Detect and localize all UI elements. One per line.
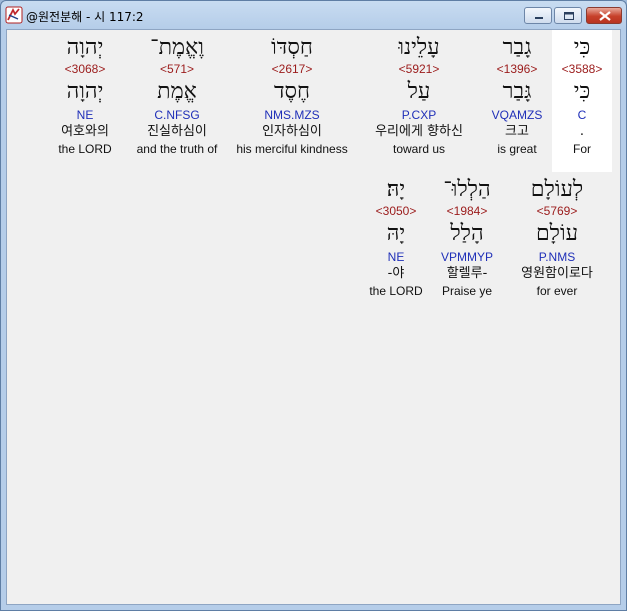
english-gloss: is great [497, 142, 537, 156]
morphology-code[interactable]: NE [362, 249, 430, 265]
word-block[interactable]: לְעוֹלָם <5769> עוֹלָם P.NMS 영원함이로다 for … [502, 172, 612, 299]
korean-gloss: 우리에게 향하신 [375, 124, 463, 139]
strong-number[interactable]: <3068> [49, 62, 121, 76]
maximize-button[interactable] [554, 7, 582, 24]
english-gloss: Praise ye [441, 284, 493, 298]
maximize-icon [564, 12, 574, 20]
morphology-code[interactable]: C [552, 107, 612, 123]
word-block[interactable]: יְהוָה <3068> יְהוָה NE 여호와의 the LORD [49, 30, 121, 157]
strong-number[interactable]: <1984> [427, 204, 507, 218]
korean-gloss: 여호와의 [61, 124, 109, 139]
lemma-word: יְהוָה [66, 79, 104, 104]
morphology-code[interactable]: NE [49, 107, 121, 123]
strong-number[interactable]: <5769> [502, 204, 612, 218]
word-block[interactable]: גָבַר <1396> גָּבַר VQAMZS 크고 is great [477, 30, 557, 157]
strong-number[interactable]: <1396> [477, 62, 557, 76]
strong-number[interactable]: <5921> [359, 62, 479, 76]
lemma-word: חֶסֶד [273, 79, 311, 104]
hebrew-word: וֶאֱמֶת־ [150, 35, 204, 60]
minimize-icon [535, 17, 543, 19]
english-gloss: the LORD [369, 284, 423, 298]
english-gloss: for ever [536, 284, 578, 298]
hebrew-word: לְעוֹלָם [530, 177, 584, 202]
lemma-word: כִּי [573, 79, 591, 104]
lemma-word: עַל [407, 79, 431, 104]
morphology-code[interactable]: NMS.MZS [227, 107, 357, 123]
english-gloss: his merciful kindness [236, 142, 348, 156]
word-block[interactable]: כִּי <3588> כִּי C . For [552, 30, 612, 172]
word-block[interactable]: יָהּ׃ <3050> יָהּ NE -야 the LORD [362, 172, 430, 299]
title-bar[interactable]: @원전분해 - 시 117:2 [1, 1, 626, 29]
morphology-code[interactable]: VQAMZS [477, 107, 557, 123]
lemma-word: גָּבַר [502, 79, 532, 104]
minimize-button[interactable] [524, 7, 552, 24]
hebrew-word: עָלֵינוּ [398, 35, 440, 60]
hebrew-word: גָבַר [502, 35, 532, 60]
close-icon [599, 11, 611, 21]
hebrew-word: הַלְלוּ־ [443, 177, 491, 202]
korean-gloss: 진실하심이 [147, 124, 207, 139]
window-title: @원전분해 - 시 117:2 [26, 10, 144, 24]
korean-gloss: -야 [387, 266, 405, 281]
app-window: @원전분해 - 시 117:2 כִּי <3588> כִּי C . For… [0, 0, 627, 611]
lemma-word: יָהּ [386, 221, 406, 246]
app-logo-icon [5, 6, 23, 24]
lemma-word: עוֹלָם [535, 221, 579, 246]
korean-gloss: 할렐루- [446, 266, 488, 281]
strong-number[interactable]: <2617> [227, 62, 357, 76]
korean-gloss: 인자하심이 [262, 124, 322, 139]
lemma-word: אֱמֶת [157, 79, 197, 104]
hebrew-word: חַסְדּוֹ [271, 35, 313, 60]
english-gloss: For [573, 142, 591, 156]
english-gloss: toward us [392, 142, 446, 156]
morphology-code[interactable]: P.NMS [502, 249, 612, 265]
analysis-panel[interactable]: כִּי <3588> כִּי C . For גָבַר <1396> גָ… [6, 29, 621, 605]
morphology-code[interactable]: VPMMYP [427, 249, 507, 265]
korean-gloss: 영원함이로다 [521, 266, 593, 281]
korean-gloss: . [579, 124, 585, 139]
word-block[interactable]: הַלְלוּ־ <1984> הָלַל VPMMYP 할렐루- Praise… [427, 172, 507, 299]
word-block[interactable]: עָלֵינוּ <5921> עַל P.CXP 우리에게 향하신 towar… [359, 30, 479, 157]
english-gloss: the LORD [58, 142, 112, 156]
hebrew-word: יָהּ׃ [386, 177, 406, 202]
strong-number[interactable]: <3588> [552, 62, 612, 76]
hebrew-word: יְהוָה [66, 35, 104, 60]
strong-number[interactable]: <571> [127, 62, 227, 76]
hebrew-word: כִּי [573, 35, 591, 60]
lemma-word: הָלַל [450, 221, 484, 246]
morphology-code[interactable]: P.CXP [359, 107, 479, 123]
word-block[interactable]: וֶאֱמֶת־ <571> אֱמֶת C.NFSG 진실하심이 and th… [127, 30, 227, 157]
korean-gloss: 크고 [505, 124, 529, 139]
strong-number[interactable]: <3050> [362, 204, 430, 218]
close-button[interactable] [586, 7, 622, 24]
morphology-code[interactable]: C.NFSG [127, 107, 227, 123]
english-gloss: and the truth of [136, 142, 218, 156]
word-block[interactable]: חַסְדּוֹ <2617> חֶסֶד NMS.MZS 인자하심이 his … [227, 30, 357, 157]
